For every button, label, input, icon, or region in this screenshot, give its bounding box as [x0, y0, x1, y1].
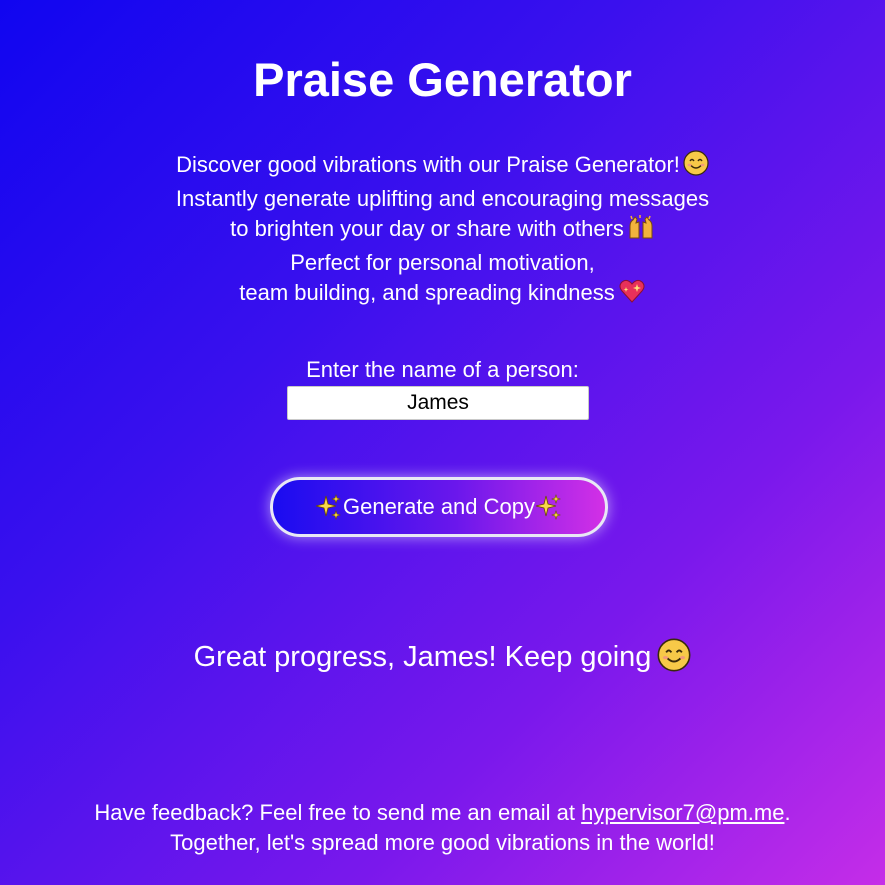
page-title: Praise Generator — [253, 53, 632, 106]
sparkles-icon — [535, 493, 563, 521]
footer-line-2: Together, let's spread more good vibrati… — [170, 830, 715, 855]
raising-hands-icon — [627, 214, 655, 248]
footer: Have feedback? Feel free to send me an e… — [0, 798, 885, 858]
praise-message: Great progress, James! Keep going — [0, 638, 885, 682]
intro-line-2: Instantly generate uplifting and encoura… — [175, 186, 710, 211]
intro-line-1: Discover good vibrations with our Praise… — [0, 150, 885, 184]
generate-and-copy-button[interactable]: Generate and Copy — [270, 477, 608, 537]
intro-line-3-text: to brighten your day or share with other… — [230, 216, 624, 241]
smiling-face-icon — [683, 150, 709, 184]
intro-line-4: Perfect for personal motivation, — [290, 250, 595, 275]
name-label: Enter the name of a person: — [306, 357, 579, 382]
feedback-email-link[interactable]: hypervisor7@pm.me — [581, 800, 784, 825]
smiling-face-icon — [657, 638, 691, 682]
footer-feedback-text: Have feedback? Feel free to send me an e… — [94, 800, 576, 825]
page: Praise Generator Discover good vibration… — [0, 0, 885, 885]
intro-line-1-text: Discover good vibrations with our Praise… — [176, 152, 680, 177]
sparkles-icon — [315, 493, 343, 521]
footer-period: . — [784, 800, 791, 825]
intro-line-3: to brighten your day or share with other… — [0, 214, 885, 248]
sparkling-heart-icon — [618, 278, 646, 312]
intro-text: Discover good vibrations with our Praise… — [0, 150, 885, 312]
footer-line-1: Have feedback? Feel free to send me an e… — [0, 798, 885, 828]
intro-line-5: team building, and spreading kindness — [0, 278, 885, 312]
praise-text: Great progress, James! Keep going — [193, 641, 652, 673]
name-input[interactable] — [287, 386, 589, 420]
generate-button-label: Generate and Copy — [342, 494, 536, 519]
intro-line-5-text: team building, and spreading kindness — [239, 280, 615, 305]
